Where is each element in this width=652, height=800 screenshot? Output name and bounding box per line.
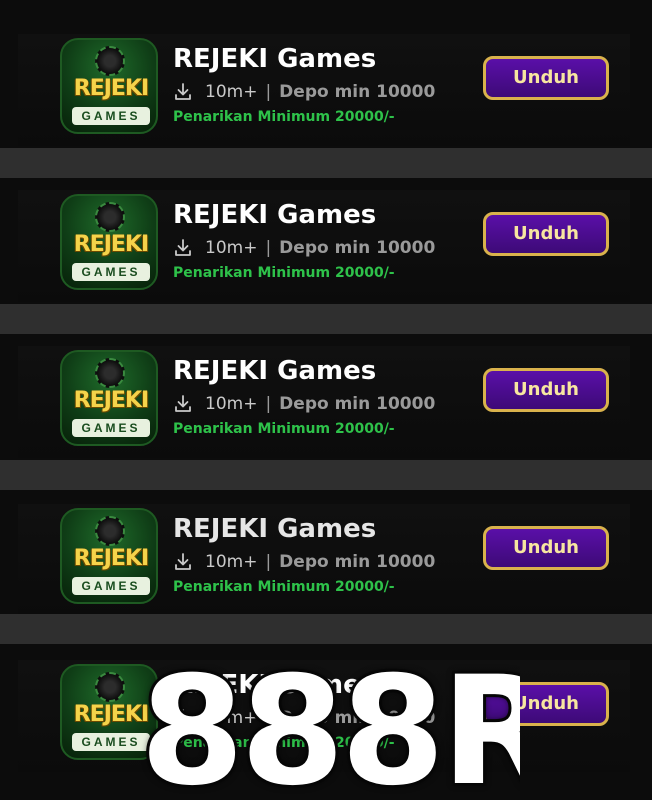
app-meta: 10m+ | Depo min 10000 bbox=[173, 550, 435, 574]
logo-wordmark: REJEKI bbox=[73, 232, 149, 257]
download-icon bbox=[175, 83, 191, 100]
row-divider bbox=[0, 614, 652, 644]
poker-chip-icon bbox=[95, 358, 125, 388]
rejeki-games-logo-icon[interactable]: REJEKI GAMES bbox=[60, 38, 158, 134]
min-deposit: Depo min 10000 bbox=[279, 394, 436, 414]
download-button[interactable]: Unduh bbox=[483, 526, 609, 570]
row-divider bbox=[0, 148, 652, 178]
min-withdrawal: Penarikan Minimum 20000/- bbox=[173, 421, 395, 437]
rejeki-games-logo-icon[interactable]: REJEKI GAMES bbox=[60, 350, 158, 446]
app-list-page: REJEKI GAMES REJEKI Games 10m+ | Depo mi… bbox=[0, 0, 652, 800]
download-count: 10m+ bbox=[205, 552, 258, 572]
app-meta: 10m+ | Depo min 10000 bbox=[173, 80, 435, 104]
poker-chip-icon bbox=[95, 46, 125, 76]
min-withdrawal: Penarikan Minimum 20000/- bbox=[173, 109, 395, 125]
app-list-item[interactable]: REJEKI GAMES REJEKI Games 10m+ | Depo mi… bbox=[18, 504, 630, 616]
min-withdrawal: Penarikan Minimum 20000/- bbox=[173, 579, 395, 595]
app-title[interactable]: REJEKI Games bbox=[173, 200, 376, 230]
download-count: 10m+ bbox=[205, 394, 258, 414]
min-deposit: Depo min 10000 bbox=[279, 552, 436, 572]
min-deposit: Depo min 10000 bbox=[279, 238, 436, 258]
app-list-item[interactable]: REJEKI GAMES REJEKI Games 10m+ | Depo mi… bbox=[18, 190, 630, 302]
watermark-overlay-text: 888R bbox=[140, 664, 520, 800]
row-divider bbox=[0, 460, 652, 490]
min-withdrawal: Penarikan Minimum 20000/- bbox=[173, 265, 395, 281]
download-icon bbox=[175, 239, 191, 256]
meta-separator: | bbox=[265, 394, 272, 414]
app-meta: 10m+ | Depo min 10000 bbox=[173, 392, 435, 416]
download-icon bbox=[175, 395, 191, 412]
app-title[interactable]: REJEKI Games bbox=[173, 356, 376, 386]
meta-separator: | bbox=[265, 82, 272, 102]
download-icon bbox=[175, 553, 191, 570]
download-button[interactable]: Unduh bbox=[483, 56, 609, 100]
download-count: 10m+ bbox=[205, 82, 258, 102]
app-list-item[interactable]: REJEKI GAMES REJEKI Games 10m+ | Depo mi… bbox=[18, 34, 630, 146]
app-title[interactable]: REJEKI Games bbox=[173, 44, 376, 74]
logo-wordmark: REJEKI bbox=[73, 546, 149, 571]
rejeki-games-logo-icon[interactable]: REJEKI GAMES bbox=[60, 508, 158, 604]
download-button[interactable]: Unduh bbox=[483, 212, 609, 256]
min-deposit: Depo min 10000 bbox=[279, 82, 436, 102]
meta-separator: | bbox=[265, 552, 272, 572]
rejeki-games-logo-icon[interactable]: REJEKI GAMES bbox=[60, 194, 158, 290]
logo-subtitle: GAMES bbox=[72, 419, 150, 437]
app-title[interactable]: REJEKI Games bbox=[173, 514, 376, 544]
logo-wordmark: REJEKI bbox=[73, 76, 149, 101]
logo-subtitle: GAMES bbox=[72, 263, 150, 281]
poker-chip-icon bbox=[95, 202, 125, 232]
logo-wordmark: REJEKI bbox=[73, 388, 149, 413]
download-count: 10m+ bbox=[205, 238, 258, 258]
logo-subtitle: GAMES bbox=[72, 577, 150, 595]
meta-separator: | bbox=[265, 238, 272, 258]
download-button[interactable]: Unduh bbox=[483, 368, 609, 412]
poker-chip-icon bbox=[95, 672, 125, 702]
poker-chip-icon bbox=[95, 516, 125, 546]
logo-subtitle: GAMES bbox=[72, 733, 150, 751]
app-list-item[interactable]: REJEKI GAMES REJEKI Games 10m+ | Depo mi… bbox=[18, 346, 630, 458]
row-divider bbox=[0, 304, 652, 334]
logo-subtitle: GAMES bbox=[72, 107, 150, 125]
app-meta: 10m+ | Depo min 10000 bbox=[173, 236, 435, 260]
